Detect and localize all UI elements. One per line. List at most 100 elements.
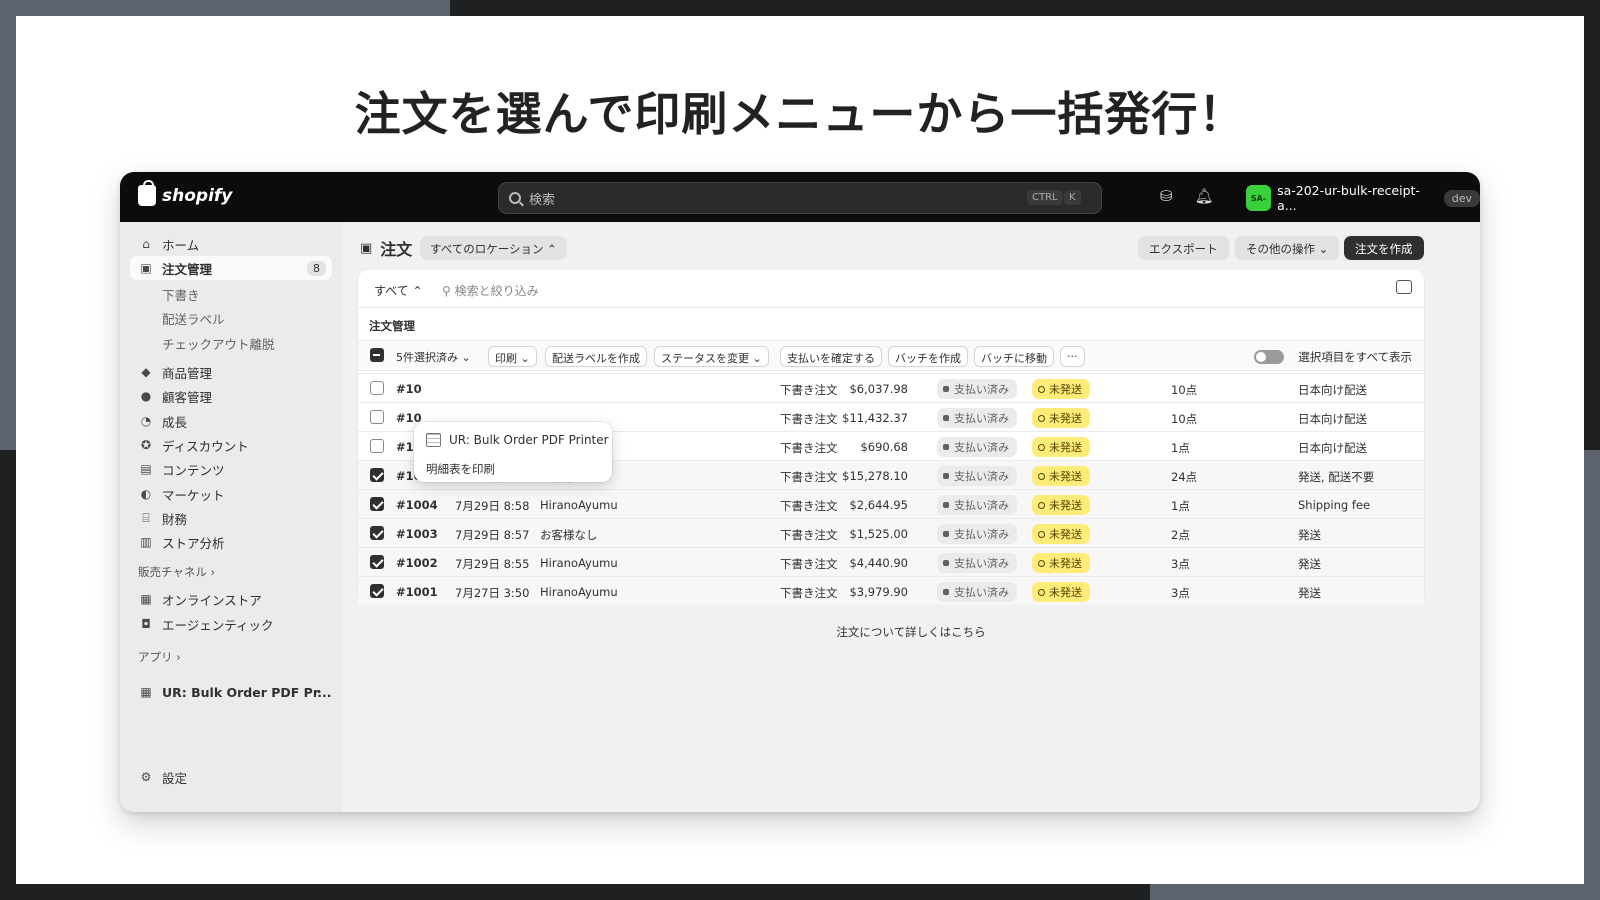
- export-button[interactable]: エクスポート: [1138, 236, 1229, 260]
- row-checkbox[interactable]: [370, 410, 384, 424]
- menu-item-bulk-pdf-printer[interactable]: UR: Bulk Order PDF Printer: [426, 433, 609, 447]
- sidebar-item-market[interactable]: ◐ マーケット: [130, 482, 332, 506]
- filter-bar: すべて ⌃ ⚲ 検索と絞り込み: [358, 270, 1424, 308]
- shopify-admin-window: shopify 検索 CTRL K ⛁ 🔔︎ SA- sa-202-ur-bul…: [120, 172, 1480, 812]
- sidebar-item-settings[interactable]: ⚙ 設定: [130, 765, 332, 789]
- columns-icon[interactable]: [1396, 280, 1412, 294]
- fulfillment-status-badge: 未発送: [1032, 466, 1090, 486]
- store-name: sa-202-ur-bulk-receipt-a...: [1277, 183, 1420, 213]
- table-row[interactable]: #1001 7月27日 3:50 HiranoAyumu 下書き注文 $3,979.90…: [358, 576, 1424, 605]
- learn-more-link[interactable]: 注文について詳しくはこちら: [342, 624, 1480, 640]
- confirm-payment-button[interactable]: 支払いを確定する: [780, 346, 882, 367]
- order-id: #1003: [396, 527, 438, 541]
- create-order-button[interactable]: 注文を作成: [1344, 236, 1424, 260]
- sidebar-item-products[interactable]: ◆ 商品管理: [130, 360, 332, 384]
- order-items: 2点: [1171, 528, 1190, 542]
- filter-search[interactable]: ⚲ 検索と絞り込み: [442, 282, 539, 299]
- sidebar-item-growth[interactable]: ◔ 成長: [130, 409, 332, 433]
- order-date: 7月29日 8:57: [455, 528, 530, 542]
- sidebar-item-online-store[interactable]: ▦ オンラインストア: [130, 587, 332, 611]
- payment-status-badge: 支払い済み: [937, 408, 1017, 428]
- sidebar-item-label: エージェンティック: [162, 617, 274, 633]
- filter-search-label: 検索と絞り込み: [454, 284, 539, 298]
- shortcut-ctrl: CTRL: [1027, 190, 1063, 205]
- search-icon: ⚲: [442, 284, 455, 298]
- view-selector[interactable]: すべて ⌃: [374, 282, 423, 299]
- shopify-logo[interactable]: shopify: [138, 180, 232, 206]
- pin-dot-icon: •: [316, 686, 322, 698]
- sidekick-icon[interactable]: ⛁: [1160, 187, 1173, 205]
- table-row[interactable]: #1003 7月29日 8:57 お客様なし 下書き注文 $1,525.00 支払い済み未…: [358, 518, 1424, 547]
- order-items: 24点: [1171, 470, 1198, 484]
- sidebar-item-app[interactable]: ▦ UR: Bulk Order PDF Pr... •: [130, 680, 332, 704]
- print-menu-button[interactable]: 印刷 ⌄: [488, 346, 537, 367]
- sidebar-item-label: オンラインストア: [162, 592, 262, 608]
- row-checkbox[interactable]: [370, 381, 384, 395]
- create-label-button[interactable]: 配送ラベルを作成: [545, 346, 647, 367]
- create-batch-button[interactable]: バッチを作成: [888, 346, 968, 367]
- tag-icon: ◆: [141, 365, 151, 379]
- bell-icon[interactable]: 🔔︎: [1195, 187, 1214, 205]
- sidebar-item-label: 商品管理: [162, 365, 213, 381]
- sidebar-item-finance[interactable]: ⌸ 財務: [130, 506, 332, 530]
- more-bulk-actions-button[interactable]: ···: [1060, 346, 1085, 367]
- sidebar-item-agentic[interactable]: ◘ エージェンティック: [130, 612, 332, 636]
- fulfillment-status-badge: 未発送: [1032, 379, 1090, 399]
- order-date: 7月27日 3:50: [455, 586, 530, 600]
- row-checkbox[interactable]: [370, 555, 384, 569]
- delivery-method: 発送: [1298, 586, 1321, 600]
- sidebar-subitem-abandoned[interactable]: チェックアウト離脱: [162, 334, 275, 353]
- change-status-button[interactable]: ステータスを変更 ⌄: [654, 346, 769, 367]
- order-total: $1,525.00: [849, 527, 908, 541]
- table-row[interactable]: #1002 7月29日 8:55 HiranoAyumu 下書き注文 $4,440.90…: [358, 547, 1424, 576]
- sidebar-item-home[interactable]: ⌂ ホーム: [130, 232, 332, 256]
- payment-status-badge: 支払い済み: [937, 582, 1017, 602]
- table-row[interactable]: #10 下書き注文 $6,037.98 支払い済み 未発送 10点 日本向け配送: [358, 373, 1424, 402]
- more-actions-button[interactable]: その他の操作 ⌄: [1235, 236, 1340, 260]
- order-total: $690.68: [860, 440, 908, 454]
- row-checkbox[interactable]: [370, 497, 384, 511]
- sidebar-item-customers[interactable]: ● 顧客管理: [130, 384, 332, 408]
- top-icons: ⛁ 🔔︎: [1160, 187, 1214, 205]
- selected-count[interactable]: 5件選択済み ⌄: [396, 349, 471, 365]
- order-total: $6,037.98: [849, 382, 908, 396]
- sales-channels-heading[interactable]: 販売チャネル ›: [138, 564, 215, 580]
- sidebar-item-label: 顧客管理: [162, 389, 213, 405]
- order-id: #1004: [396, 498, 438, 512]
- move-to-batch-button[interactable]: バッチに移動: [974, 346, 1054, 367]
- order-id: #1002: [396, 556, 438, 570]
- row-checkbox[interactable]: [370, 468, 384, 482]
- search-input[interactable]: 検索 CTRL K: [498, 182, 1102, 214]
- table-row[interactable]: #1004 7月29日 8:58 HiranoAyumu 下書き注文 $2,644.95…: [358, 489, 1424, 518]
- delivery-method: 日本向け配送: [1298, 383, 1367, 397]
- store-switcher[interactable]: SA- sa-202-ur-bulk-receipt-a... dev: [1246, 183, 1480, 213]
- sidebar-item-analytics[interactable]: ▥ ストア分析: [130, 530, 332, 554]
- select-all-checkbox[interactable]: [370, 348, 384, 362]
- order-customer: HiranoAyumu: [540, 498, 618, 512]
- sidebar-subitem-labels[interactable]: 配送ラベル: [162, 309, 225, 328]
- globe-icon: ◐: [140, 487, 152, 501]
- fulfillment-status-badge: 未発送: [1032, 553, 1090, 573]
- location-selector[interactable]: すべてのロケーション ⌃: [420, 236, 567, 260]
- order-customer: HiranoAyumu: [540, 585, 618, 599]
- order-items: 1点: [1171, 499, 1190, 513]
- fulfillment-status-badge: 未発送: [1032, 524, 1090, 544]
- sidebar-item-label: ホーム: [162, 237, 200, 253]
- sidebar-item-label: 成長: [162, 414, 188, 430]
- apps-heading[interactable]: アプリ ›: [138, 649, 181, 665]
- order-items: 10点: [1171, 383, 1198, 397]
- row-checkbox[interactable]: [370, 526, 384, 540]
- sidebar-item-label: UR: Bulk Order PDF Pr...: [162, 684, 332, 700]
- sidebar-item-discounts[interactable]: ✪ ディスカウント: [130, 433, 332, 457]
- store-tag: dev: [1443, 189, 1480, 207]
- menu-item-print-detail[interactable]: 明細表を印刷: [426, 461, 495, 477]
- sidebar-subitem-drafts[interactable]: 下書き: [162, 285, 200, 304]
- row-checkbox[interactable]: [370, 584, 384, 598]
- payment-status-badge: 支払い済み: [937, 524, 1017, 544]
- sidebar-item-content[interactable]: ▤ コンテンツ: [130, 457, 332, 481]
- sidebar-item-label: マーケット: [162, 487, 225, 503]
- row-checkbox[interactable]: [370, 439, 384, 453]
- sidebar-item-orders[interactable]: ▣ 注文管理 8: [130, 256, 332, 280]
- show-selected-toggle[interactable]: [1254, 350, 1284, 364]
- topbar: shopify 検索 CTRL K ⛁ 🔔︎ SA- sa-202-ur-bul…: [120, 172, 1480, 222]
